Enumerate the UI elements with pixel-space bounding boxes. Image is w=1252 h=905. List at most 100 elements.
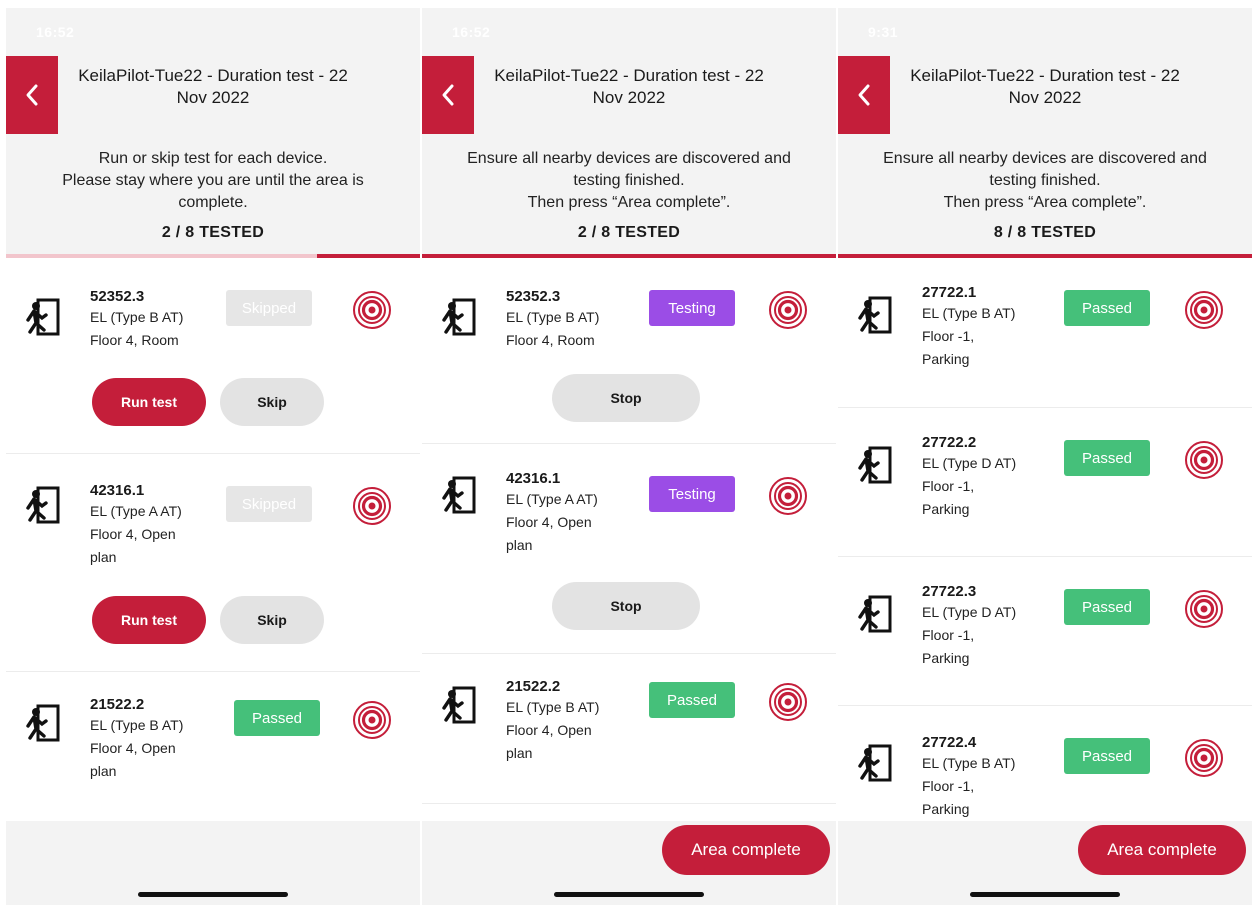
emergency-exit-icon: [858, 595, 892, 633]
device-id: 27722.1: [922, 284, 977, 301]
instructions-line: Please stay where you are until the area…: [62, 172, 364, 189]
device-id: 21522.2: [90, 696, 145, 713]
device-location: Floor 4, Open: [506, 722, 592, 738]
device-id: 52352.3: [506, 288, 561, 305]
list-item: 52352.3 EL (Type B AT) Floor 4, Room Ski…: [6, 258, 420, 454]
instructions-line: testing finished.: [989, 172, 1101, 189]
target-icon[interactable]: [1184, 440, 1224, 480]
back-button[interactable]: [6, 56, 58, 134]
target-icon[interactable]: [352, 486, 392, 526]
list-item: 52352.3 EL (Type B AT) Floor 4, Room Tes…: [422, 258, 836, 444]
chevron-left-icon: [858, 84, 870, 106]
emergency-exit-icon: [442, 298, 476, 336]
device-list: 27722.1 EL (Type B AT) Floor -1, Parking…: [838, 258, 1252, 823]
device-location: Floor 4, Open: [90, 740, 176, 756]
emergency-exit-icon: [26, 486, 60, 524]
tested-counter: 2 / 8 TESTED: [577, 224, 681, 241]
list-item: 27722.4 EL (Type B AT) Floor -1, Parking…: [838, 706, 1252, 823]
emergency-exit-icon: [442, 686, 476, 724]
home-indicator: [138, 892, 288, 897]
device-details: EL (Type D AT) Floor -1, Parking: [922, 452, 1042, 521]
run-test-button[interactable]: Run test: [92, 596, 206, 644]
emergency-exit-icon: [26, 704, 60, 742]
run-test-button[interactable]: Run test: [92, 378, 206, 426]
target-icon[interactable]: [1184, 290, 1224, 330]
device-location: plan: [506, 745, 533, 761]
stop-button[interactable]: Stop: [552, 582, 700, 630]
device-type: EL (Type B AT): [506, 699, 600, 715]
stop-button[interactable]: Stop: [552, 374, 700, 422]
chevron-left-icon: [26, 84, 38, 106]
back-button[interactable]: [422, 56, 474, 134]
header: KeilaPilot-Tue22 - Duration test - 22 No…: [6, 56, 420, 256]
skip-button[interactable]: Skip: [220, 378, 324, 426]
status-badge: Skipped: [226, 290, 312, 326]
emergency-exit-icon: [442, 476, 476, 514]
target-icon[interactable]: [1184, 738, 1224, 778]
home-indicator: [970, 892, 1120, 897]
back-button[interactable]: [838, 56, 890, 134]
status-badge: Passed: [649, 682, 735, 718]
instructions-line: Then press “Area complete”.: [943, 194, 1147, 211]
device-location: Floor -1,: [922, 778, 975, 794]
device-location: Parking: [922, 650, 970, 666]
target-icon[interactable]: [352, 290, 392, 330]
device-details: EL (Type B AT) Floor 4, Room: [90, 306, 210, 352]
instructions: Ensure all nearby devices are discovered…: [428, 148, 830, 214]
instructions: Run or skip test for each device. Please…: [12, 148, 414, 214]
target-icon[interactable]: [1184, 589, 1224, 629]
device-details: EL (Type B AT) Floor 4, Open plan: [506, 696, 626, 765]
status-badge: Testing: [649, 476, 735, 512]
page-title: KeilaPilot-Tue22 - Duration test - 22 No…: [78, 66, 348, 107]
screen-run-or-skip: 16:52 KeilaPilot-Tue22 - Duration test -…: [6, 8, 420, 905]
status-time: 16:52: [452, 24, 491, 40]
device-list: 52352.3 EL (Type B AT) Floor 4, Room Tes…: [422, 258, 836, 823]
device-details: EL (Type B AT) Floor -1, Parking: [922, 302, 1042, 371]
target-icon[interactable]: [768, 682, 808, 722]
emergency-exit-icon: [858, 296, 892, 334]
status-badge: Passed: [1064, 589, 1150, 625]
target-icon[interactable]: [352, 700, 392, 740]
device-list: 52352.3 EL (Type B AT) Floor 4, Room Ski…: [6, 258, 420, 823]
emergency-exit-icon: [858, 744, 892, 782]
device-location: Parking: [922, 501, 970, 517]
target-icon[interactable]: [768, 290, 808, 330]
device-id: 27722.2: [922, 434, 977, 451]
status-time: 16:52: [36, 24, 75, 40]
status-badge: Testing: [649, 290, 735, 326]
device-type: EL (Type B AT): [922, 755, 1016, 771]
device-type: EL (Type D AT): [922, 604, 1017, 620]
status-time: 9:31: [868, 24, 899, 40]
list-item: 21522.2 EL (Type B AT) Floor 4, Open pla…: [6, 672, 420, 822]
device-details: EL (Type A AT) Floor 4, Open plan: [90, 500, 210, 569]
device-type: EL (Type B AT): [506, 309, 600, 325]
list-item: 42316.1 EL (Type A AT) Floor 4, Open pla…: [422, 444, 836, 654]
home-indicator: [554, 892, 704, 897]
screen-all-passed: 9:31 KeilaPilot-Tue22 - Duration test - …: [838, 8, 1252, 905]
list-item: 21522.2 EL (Type B AT) Floor 4, Open pla…: [422, 654, 836, 804]
device-location: Floor -1,: [922, 627, 975, 643]
instructions: Ensure all nearby devices are discovered…: [844, 148, 1246, 214]
footer: Area complete: [422, 821, 836, 905]
device-location: Floor 4, Open: [90, 526, 176, 542]
status-bar: 16:52: [422, 8, 836, 56]
skip-button[interactable]: Skip: [220, 596, 324, 644]
device-location: Floor -1,: [922, 328, 975, 344]
device-location: Floor -1,: [922, 478, 975, 494]
area-complete-button[interactable]: Area complete: [662, 825, 830, 875]
status-badge: Skipped: [226, 486, 312, 522]
status-bar: 9:31: [838, 8, 1252, 56]
device-location: Floor 4, Room: [506, 332, 595, 348]
device-type: EL (Type B AT): [90, 309, 184, 325]
device-location: Parking: [922, 801, 970, 817]
instructions-line: Ensure all nearby devices are discovered…: [467, 150, 791, 167]
device-details: EL (Type B AT) Floor 4, Room: [506, 306, 626, 352]
area-complete-button[interactable]: Area complete: [1078, 825, 1246, 875]
list-item: 27722.2 EL (Type D AT) Floor -1, Parking…: [838, 408, 1252, 557]
status-bar: 16:52: [6, 8, 420, 56]
instructions-line: Run or skip test for each device.: [98, 150, 328, 167]
instructions-line: complete.: [178, 194, 248, 211]
device-details: EL (Type B AT) Floor 4, Open plan: [90, 714, 210, 783]
device-details: EL (Type D AT) Floor -1, Parking: [922, 601, 1042, 670]
target-icon[interactable]: [768, 476, 808, 516]
